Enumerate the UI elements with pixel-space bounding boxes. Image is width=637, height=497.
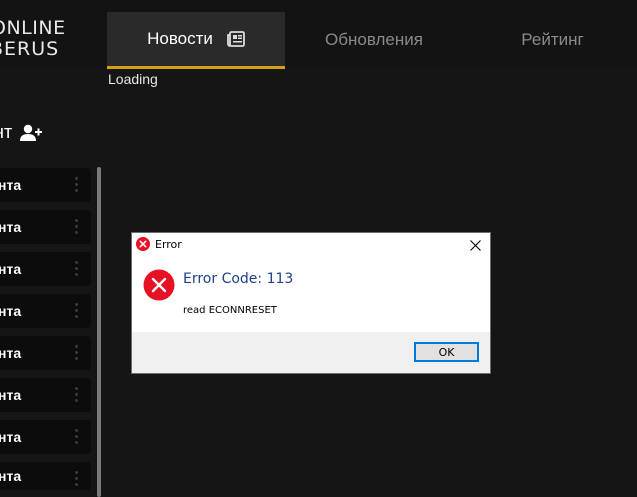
tab-news[interactable]: Новости: [107, 12, 285, 69]
more-options-icon[interactable]: [75, 261, 79, 279]
newspaper-icon: [227, 31, 245, 47]
account-item-label: нта: [0, 261, 22, 277]
error-icon: [136, 237, 150, 251]
close-icon: [469, 239, 481, 251]
more-options-icon[interactable]: [75, 471, 79, 489]
ok-button[interactable]: OK: [414, 342, 479, 362]
more-options-icon[interactable]: [75, 303, 79, 321]
error-code-text: Error Code: 113: [183, 271, 294, 287]
more-options-icon[interactable]: [75, 219, 79, 237]
logo-line-1: ONLINE: [0, 18, 66, 39]
more-options-icon[interactable]: [75, 345, 79, 363]
dialog-footer: OK: [132, 332, 490, 373]
dialog-title: Error: [155, 238, 182, 251]
error-icon: [143, 269, 175, 301]
tab-updates-label: Обновления: [325, 30, 423, 49]
account-item-label: нта: [0, 303, 22, 319]
tab-updates[interactable]: Обновления: [300, 12, 448, 68]
account-item[interactable]: нта: [0, 252, 91, 286]
account-item[interactable]: нта: [0, 210, 91, 244]
dialog-titlebar: Error: [132, 233, 490, 257]
close-button[interactable]: [464, 235, 486, 255]
account-item[interactable]: нта: [0, 420, 91, 454]
account-item[interactable]: нта: [0, 294, 91, 328]
app-logo: ONLINE BERUS: [0, 18, 80, 62]
top-navigation-bar: ONLINE BERUS Новости Обновления Рейтинг: [0, 0, 637, 69]
loading-status: Loading: [108, 71, 158, 87]
account-item-label: нта: [0, 429, 22, 445]
account-item[interactable]: нта: [0, 336, 91, 370]
tab-news-label: Новости: [147, 29, 213, 48]
add-user-icon[interactable]: [20, 124, 43, 142]
account-item[interactable]: нта: [0, 168, 91, 202]
tab-rating-label: Рейтинг: [521, 30, 584, 49]
more-options-icon[interactable]: [75, 387, 79, 405]
account-item-label: нта: [0, 345, 22, 361]
account-item[interactable]: нта: [0, 378, 91, 412]
accounts-title: нт: [0, 122, 13, 142]
accounts-header: нт: [0, 122, 43, 143]
account-item-label: нта: [0, 219, 22, 235]
error-message: read ECONNRESET: [183, 305, 277, 316]
account-item[interactable]: нта: [0, 462, 91, 490]
account-item-label: нта: [0, 387, 22, 403]
account-item-label: нта: [0, 177, 22, 193]
account-item-label: нта: [0, 468, 22, 484]
more-options-icon[interactable]: [75, 177, 79, 195]
tab-rating[interactable]: Рейтинг: [480, 12, 625, 68]
accounts-scrollbar[interactable]: [97, 167, 101, 497]
logo-line-2: BERUS: [0, 38, 60, 60]
error-dialog: Error Error Code: 113 read ECONNRESET OK: [131, 232, 491, 374]
more-options-icon[interactable]: [75, 429, 79, 447]
